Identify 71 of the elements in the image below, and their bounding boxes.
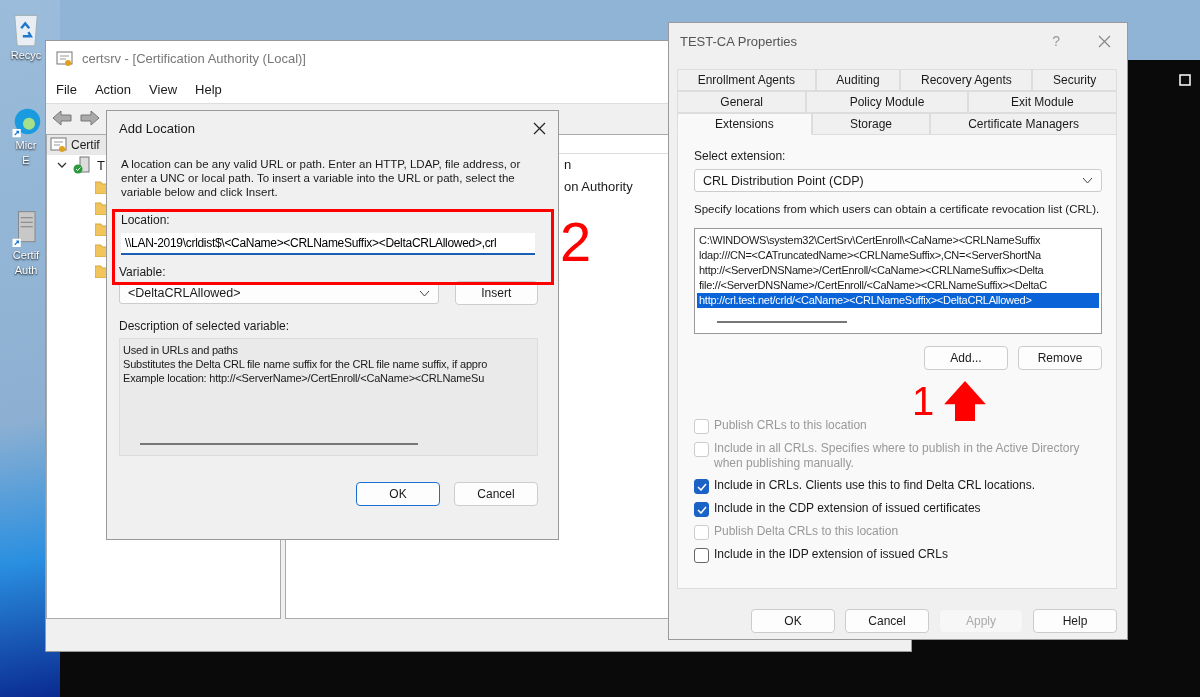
chevron-icon [1082,177,1093,184]
dialog-button[interactable]: Cancel [454,482,538,506]
dialog-title: TEST-CA Properties [680,33,799,49]
description-line: Example location: http://<ServerName>/CertEnroll/<CaName><CRLNameSu [123,371,486,385]
tab[interactable]: Security [1032,69,1118,91]
desktop-icon-label: Recyc [10,48,42,63]
extension-dropdown[interactable]: CRL Distribution Point (CDP) [694,169,1102,192]
tab[interactable]: Enrollment Agents [677,69,816,91]
tab[interactable]: General [677,91,807,113]
checkbox-label: Include in all CRLs. Specifies where to publish in the Active Directory when publishing manually. [714,441,1081,471]
tab[interactable]: Auditing [815,69,901,91]
location-field[interactable]: \\LAN-2019\crldist$\<CaName><CRLNameSuffix><DeltaCRLAllowed>,crl [121,233,535,255]
desktop-icon-label: Micr [15,138,37,153]
hint-text: Specify locations from which users can obtain a certificate revocation list (CRL). [694,202,1101,216]
field-label: Description of selected variable: [119,319,291,333]
instruction-text: A location can be any valid URL or path. Enter an HTTP, LDAP, file address, or enter a UNC or local path. To insert a variable into the URL or path, select the variable below and click Insert. [121,157,522,199]
tree-item[interactable]: T [97,157,105,173]
tree-item[interactable]: Certif [71,138,100,152]
scrollbar[interactable] [140,443,418,445]
back-icon[interactable] [52,110,72,126]
chevron-icon[interactable] [57,160,67,170]
arrow-icon [944,381,986,421]
list-button[interactable]: Add... [924,346,1008,370]
checkbox[interactable] [694,548,709,563]
desktop-icon-label: Certif [12,248,40,263]
dialog-button[interactable]: Help [1033,609,1117,633]
location-item[interactable]: ldap:///CN=<CATruncatedName><CRLNameSuffix>,CN=<ServerShortNa [697,248,1099,263]
tab[interactable]: Exit Module [967,91,1117,113]
description-line: Substitutes the Delta CRL file name suffix for the CRL file name suffix, if appro [123,357,489,371]
tab[interactable]: Recovery Agents [900,69,1033,91]
checkbox[interactable] [694,479,709,494]
close-icon[interactable] [533,121,546,135]
forward-icon[interactable] [80,110,100,126]
certificate-icon [56,49,74,68]
field-label: Location: [121,213,171,227]
location-item[interactable]: C:\WINDOWS\system32\CertSrv\CertEnroll\<CaName><CRLNameSuffix [697,233,1099,248]
tab[interactable]: Extensions [677,113,812,135]
menu-item[interactable]: View [149,82,178,97]
tab[interactable]: Certificate Managers [930,113,1117,135]
step-number: 1 [912,380,935,422]
step-number: 2 [560,214,592,270]
checkbox-label: Publish CRLs to this location [714,418,867,433]
location-item[interactable]: file://<ServerDNSName>/CertEnroll/<CaName><CRLNameSuffix><DeltaC [697,278,1099,293]
tab[interactable]: Policy Module [806,91,968,113]
dialog-button[interactable]: Cancel [845,609,929,633]
description-line: Used in URLs and paths [123,343,239,357]
list-button[interactable]: Remove [1018,346,1102,370]
menu-item[interactable]: File [56,82,77,97]
desktop-icon-label: E [22,153,30,168]
location-item[interactable]: http://<ServerDNSName>/CertEnroll/<CaName><CRLNameSuffix><Delta [697,263,1099,278]
field-label: Variable: [119,265,167,279]
maximize-icon[interactable] [1179,74,1191,86]
scrollbar[interactable] [717,321,847,323]
checkbox-label: Publish Delta CRLs to this location [714,524,899,539]
checkbox-label: Include in CRLs. Clients use this to find Delta CRL locations. [714,478,1036,493]
location-item[interactable]: http://crl.test.net/crld/<CaName><CRLNameSuffix><DeltaCRLAllowed> [697,293,1099,308]
checkbox-label: Include in the CDP extension of issued certificates [714,501,981,516]
menu-item[interactable]: Action [94,82,132,97]
dialog-button[interactable]: OK [751,609,835,633]
window-title: certsrv - [Certification Authority (Local)] [82,51,306,66]
dialog-button[interactable]: OK [356,482,440,506]
certificate-icon [50,136,68,154]
menu-item[interactable]: Help [195,82,222,97]
field-label: Select extension: [694,149,787,163]
dialog-title: Add Location [119,120,195,136]
checkbox-label: Include in the IDP extension of issued CRLs [714,547,948,562]
chevron-icon [418,289,430,297]
desktop-icon-label: Auth [14,263,38,278]
insert-button[interactable]: Insert [454,281,538,305]
tab[interactable]: Storage [811,113,931,135]
checkbox[interactable] [694,502,709,517]
